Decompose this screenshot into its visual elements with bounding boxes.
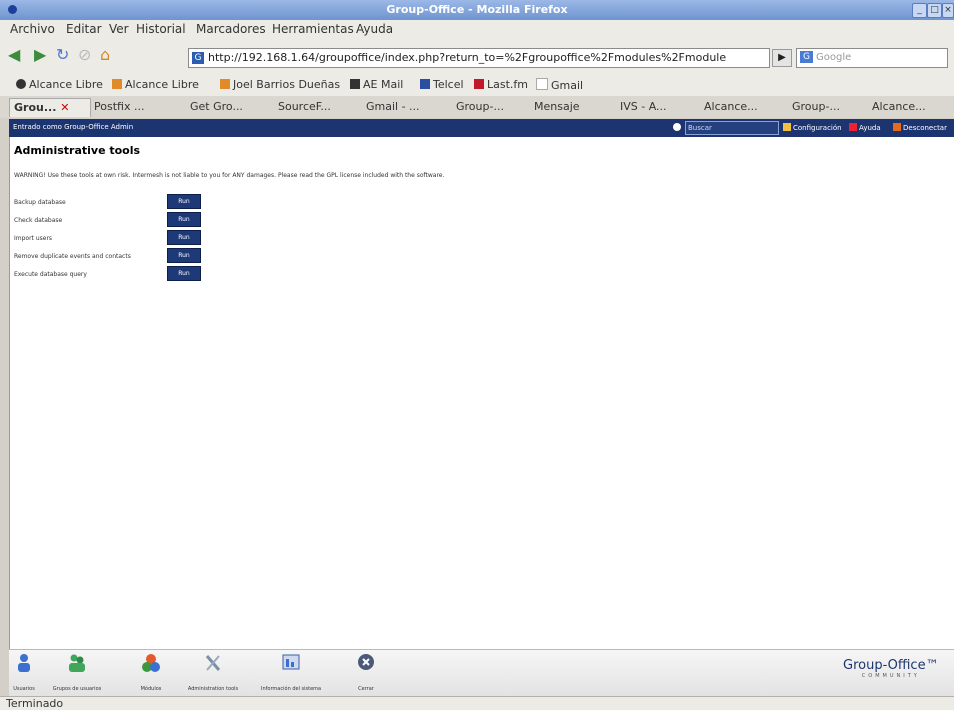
bookmark-favicon-icon — [350, 79, 360, 89]
navigation-toolbar: ◀ ▶ ↻ ⊘ ⌂ Ghttp://192.168.1.64/groupoffi… — [0, 38, 954, 72]
help-link[interactable]: Ayuda — [849, 123, 881, 132]
bookmark-item[interactable]: Last.fm — [474, 78, 528, 91]
warning-text: WARNING! Use these tools at own risk. In… — [14, 172, 445, 179]
tab-postfix[interactable]: Postfix ... — [90, 98, 184, 116]
menu-editar[interactable]: Editar — [66, 22, 102, 36]
forward-icon[interactable]: ▶ — [34, 47, 46, 63]
module-users[interactable]: Usuarios — [9, 652, 39, 692]
logo-sub: COMMUNITY — [861, 673, 920, 679]
module-modules[interactable]: Módulos — [135, 652, 167, 692]
bookmark-item[interactable]: Joel Barrios Dueñas — [220, 78, 340, 91]
tools-icon — [205, 655, 221, 671]
settings-link[interactable]: Configuración — [783, 123, 842, 132]
tab-alcance-2[interactable]: Alcance... — [868, 98, 954, 116]
tool-label-check: Check database — [14, 217, 63, 224]
power-icon — [358, 654, 374, 670]
logout-link[interactable]: Desconectar — [893, 123, 947, 132]
site-favicon-icon: G — [192, 52, 204, 64]
folder-icon — [220, 79, 230, 89]
tool-label-remove-duplicates: Remove duplicate events and contacts — [14, 253, 131, 260]
tool-label-query: Execute database query — [14, 271, 87, 278]
tab-strip: Grou... ✕ Postfix ... Get Gro... SourceF… — [0, 96, 954, 118]
maximize-icon[interactable]: □ — [927, 3, 942, 18]
logout-icon — [893, 123, 901, 131]
menu-marcadores[interactable]: Marcadores — [196, 22, 266, 36]
module-admin-tools[interactable]: Administration tools — [181, 652, 245, 692]
wrench-icon — [783, 123, 791, 131]
bookmark-item[interactable]: Alcance Libre — [112, 78, 199, 91]
tab-ivs[interactable]: IVS - A... — [616, 98, 700, 116]
tab-close-icon[interactable]: ✕ — [60, 101, 69, 114]
run-import-button[interactable]: Run — [167, 230, 201, 245]
run-backup-button[interactable]: Run — [167, 194, 201, 209]
modules-icon — [142, 654, 160, 672]
close-icon[interactable]: × — [942, 3, 954, 18]
reload-icon[interactable]: ↻ — [56, 47, 69, 63]
menu-archivo[interactable]: Archivo — [10, 22, 55, 36]
run-remove-duplicates-button[interactable]: Run — [167, 248, 201, 263]
page-title: Administrative tools — [14, 144, 141, 157]
bookmark-favicon-icon — [16, 79, 26, 89]
minimize-icon[interactable]: _ — [912, 3, 927, 18]
bookmark-item[interactable]: Alcance Libre — [16, 78, 103, 91]
app-search-input[interactable]: Buscar — [685, 121, 779, 135]
main-content: Administrative tools WARNING! Use these … — [9, 137, 954, 649]
tab-group-office[interactable]: Grou... ✕ — [9, 98, 91, 117]
menu-bar: Archivo Editar Ver Historial Marcadores … — [0, 20, 954, 38]
menu-ayuda[interactable]: Ayuda — [356, 22, 393, 36]
go-arrow-icon[interactable]: ▶ — [772, 49, 792, 67]
home-icon[interactable]: ⌂ — [100, 47, 110, 63]
search-icon — [673, 123, 681, 131]
help-icon — [849, 123, 857, 131]
window-title: Group-Office - Mozilla Firefox — [386, 3, 568, 16]
tab-alcance[interactable]: Alcance... — [700, 98, 788, 116]
lastfm-icon — [474, 79, 484, 89]
google-icon: G — [800, 51, 813, 63]
tab-gmail[interactable]: Gmail - ... — [362, 98, 450, 116]
tab-mensaje[interactable]: Mensaje — [530, 98, 614, 116]
web-search-input[interactable]: G Google — [796, 48, 948, 68]
bookmark-item[interactable]: Gmail — [536, 78, 583, 92]
bookmark-item[interactable]: Telcel — [420, 78, 464, 91]
app-header: Entrado como Group-Office Admin Buscar C… — [9, 119, 954, 137]
run-query-button[interactable]: Run — [167, 266, 201, 281]
module-user-groups[interactable]: Grupos de usuarios — [51, 652, 103, 692]
bookmark-item[interactable]: AE Mail — [350, 78, 403, 91]
users-group-icon — [69, 654, 85, 672]
folder-icon — [112, 79, 122, 89]
url-input[interactable]: Ghttp://192.168.1.64/groupoffice/index.p… — [188, 48, 770, 68]
bookmarks-bar: Alcance Libre Alcance Libre Joel Barrios… — [0, 72, 954, 97]
window-title-bar: Group-Office - Mozilla Firefox _ □ × — [0, 0, 954, 20]
run-check-button[interactable]: Run — [167, 212, 201, 227]
back-icon[interactable]: ◀ — [8, 47, 20, 63]
tab-group-2[interactable]: Group-... — [788, 98, 868, 116]
tab-get-group[interactable]: Get Gro... — [186, 98, 272, 116]
stop-icon[interactable]: ⊘ — [78, 47, 91, 63]
tab-group[interactable]: Group-... — [452, 98, 530, 116]
tool-label-import: Import users — [14, 235, 53, 242]
logo-name: Group-Office™ — [843, 658, 939, 673]
module-logout[interactable]: Cerrar — [351, 652, 381, 692]
module-bar: Usuarios Grupos de usuarios Módulos Admi… — [9, 649, 954, 697]
tool-label-backup: Backup database — [14, 199, 66, 206]
logged-in-user: Entrado como Group-Office Admin — [13, 123, 134, 131]
menu-historial[interactable]: Historial — [136, 22, 186, 36]
bookmark-favicon-icon — [420, 79, 430, 89]
user-icon — [18, 654, 30, 672]
group-office-logo: Group-Office™ COMMUNITY — [843, 658, 939, 679]
menu-herramientas[interactable]: Herramientas — [272, 22, 354, 36]
web-search-placeholder: Google — [816, 52, 852, 63]
url-text: http://192.168.1.64/groupoffice/index.ph… — [208, 51, 727, 64]
system-info-icon — [282, 654, 300, 670]
page-icon — [536, 78, 548, 90]
module-system-info[interactable]: Información del sistema — [261, 652, 321, 692]
menu-ver[interactable]: Ver — [109, 22, 129, 36]
status-bar: Terminado — [0, 696, 954, 710]
tab-sourceforge[interactable]: SourceF... — [274, 98, 360, 116]
status-text: Terminado — [6, 697, 64, 710]
